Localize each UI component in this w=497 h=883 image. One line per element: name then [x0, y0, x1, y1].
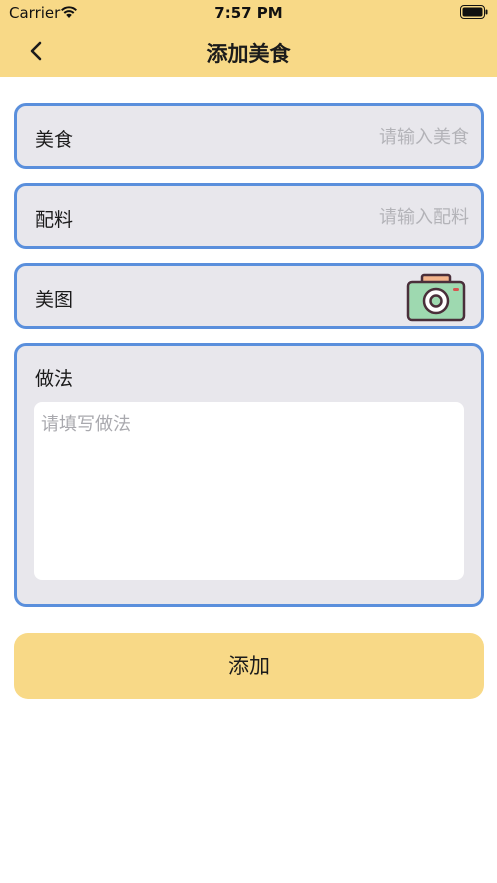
- battery-icon: [460, 5, 488, 19]
- food-field[interactable]: 美食: [14, 103, 484, 169]
- ingredients-label: 配料: [35, 209, 74, 231]
- navigation-bar: 添加美食: [0, 26, 497, 77]
- image-field[interactable]: 美图: [14, 263, 484, 329]
- method-field: 做法: [14, 343, 484, 607]
- ingredients-field[interactable]: 配料: [14, 183, 484, 249]
- status-bar: Carrier 7:57 PM: [0, 0, 497, 26]
- page-title: 添加美食: [206, 42, 291, 66]
- image-label: 美图: [35, 289, 74, 311]
- status-time: 7:57 PM: [214, 4, 283, 22]
- method-label: 做法: [35, 368, 74, 390]
- camera-icon[interactable]: [405, 272, 467, 324]
- food-input[interactable]: [247, 121, 471, 153]
- method-textarea[interactable]: [34, 402, 464, 580]
- food-label: 美食: [35, 129, 74, 151]
- ingredients-input[interactable]: [247, 201, 471, 233]
- add-button[interactable]: 添加: [14, 633, 484, 699]
